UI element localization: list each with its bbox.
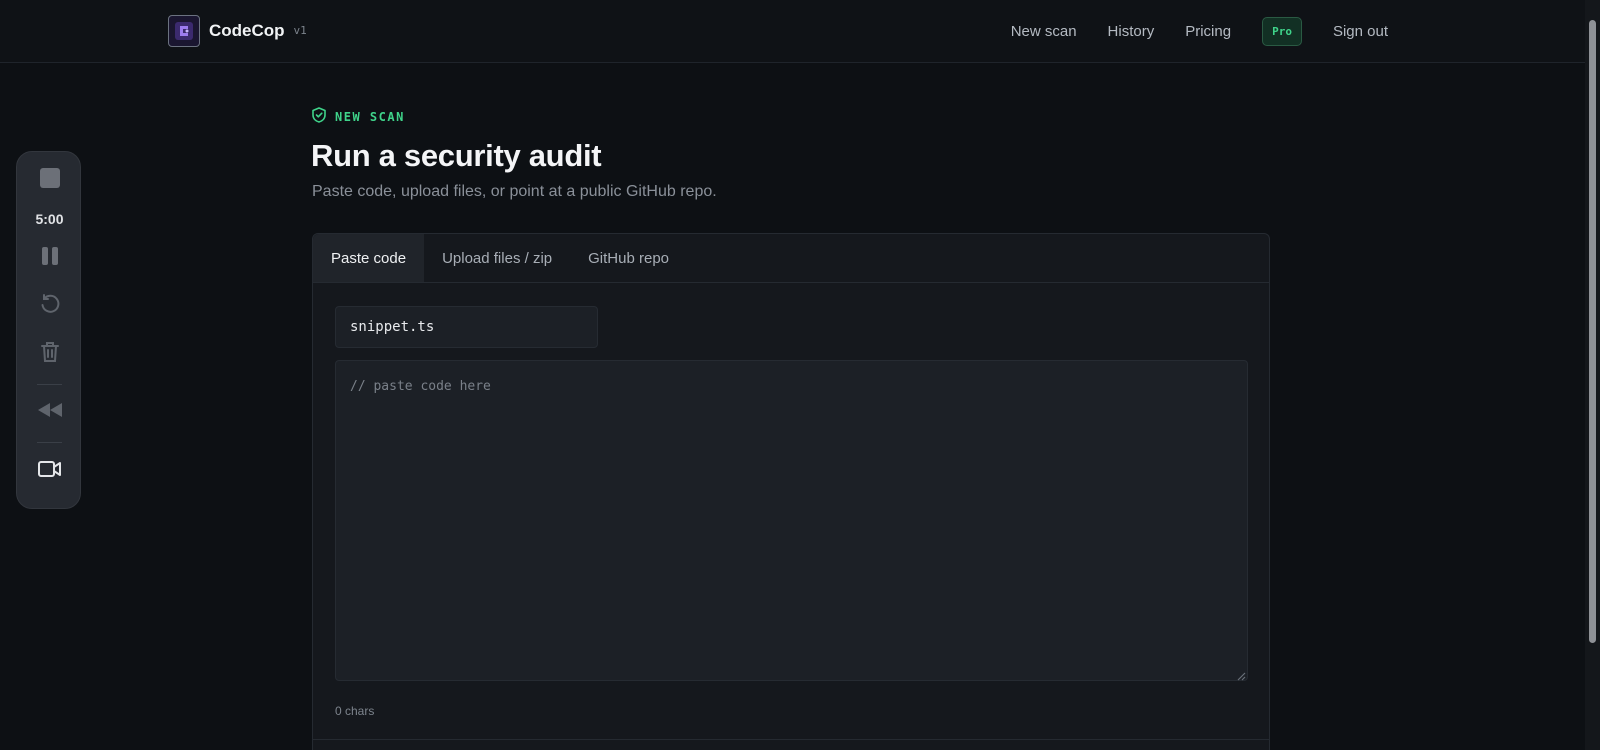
rewind-button[interactable] [17, 402, 82, 422]
stop-button[interactable] [17, 167, 82, 193]
codecop-logo [168, 15, 200, 47]
nav-history[interactable]: History [1108, 23, 1155, 40]
nav-new-scan[interactable]: New scan [1011, 23, 1077, 40]
tab-github-repo[interactable]: GitHub repo [570, 234, 687, 282]
filename-input[interactable] [335, 306, 598, 348]
shield-icon [312, 106, 326, 128]
brand-name: CodeCop [209, 21, 285, 40]
rewind-icon [37, 402, 62, 422]
page-scrollbar[interactable] [1585, 0, 1600, 750]
brand[interactable]: CodeCop v1 [168, 15, 307, 47]
section-eyebrow: NEW SCAN [312, 106, 405, 128]
pro-badge[interactable]: Pro [1262, 16, 1302, 46]
code-textarea[interactable] [335, 360, 1248, 681]
trash-icon [40, 341, 60, 368]
nav-pricing[interactable]: Pricing [1185, 23, 1231, 40]
page-title: Run a security audit [311, 138, 602, 173]
camera-button[interactable] [17, 460, 82, 482]
page-subtitle: Paste code, upload files, or point at a … [312, 183, 717, 200]
tab-upload-files[interactable]: Upload files / zip [424, 234, 570, 282]
eyebrow-text: NEW SCAN [335, 110, 405, 124]
sign-out-link[interactable]: Sign out [1333, 23, 1388, 40]
recorder-divider [37, 384, 62, 385]
card-divider [313, 739, 1269, 740]
scan-input-card: Paste code Upload files / zip GitHub rep… [312, 233, 1270, 750]
restart-button[interactable] [17, 293, 82, 320]
restart-icon [39, 293, 61, 320]
timer-text: 5:00 [35, 211, 64, 227]
resize-grip-icon[interactable] [1236, 668, 1246, 681]
recorder-timer: 5:00 [17, 209, 82, 229]
top-nav: CodeCop v1 New scan History Pricing Pro … [0, 0, 1585, 63]
recorder-divider [37, 442, 62, 443]
delete-button[interactable] [17, 341, 82, 368]
char-count: 0 chars [335, 704, 375, 718]
scroll-thumb[interactable] [1589, 20, 1596, 643]
input-tabs: Paste code Upload files / zip GitHub rep… [313, 234, 1269, 283]
brand-version: v1 [293, 23, 307, 37]
pause-button[interactable] [17, 246, 82, 271]
stop-icon [39, 167, 60, 193]
tab-paste-code[interactable]: Paste code [313, 234, 425, 282]
camera-icon [37, 460, 62, 483]
pause-icon [40, 246, 60, 271]
nav-links: New scan History Pricing Pro Sign out [1011, 16, 1388, 46]
screen-recorder-widget: 5:00 [16, 151, 81, 509]
